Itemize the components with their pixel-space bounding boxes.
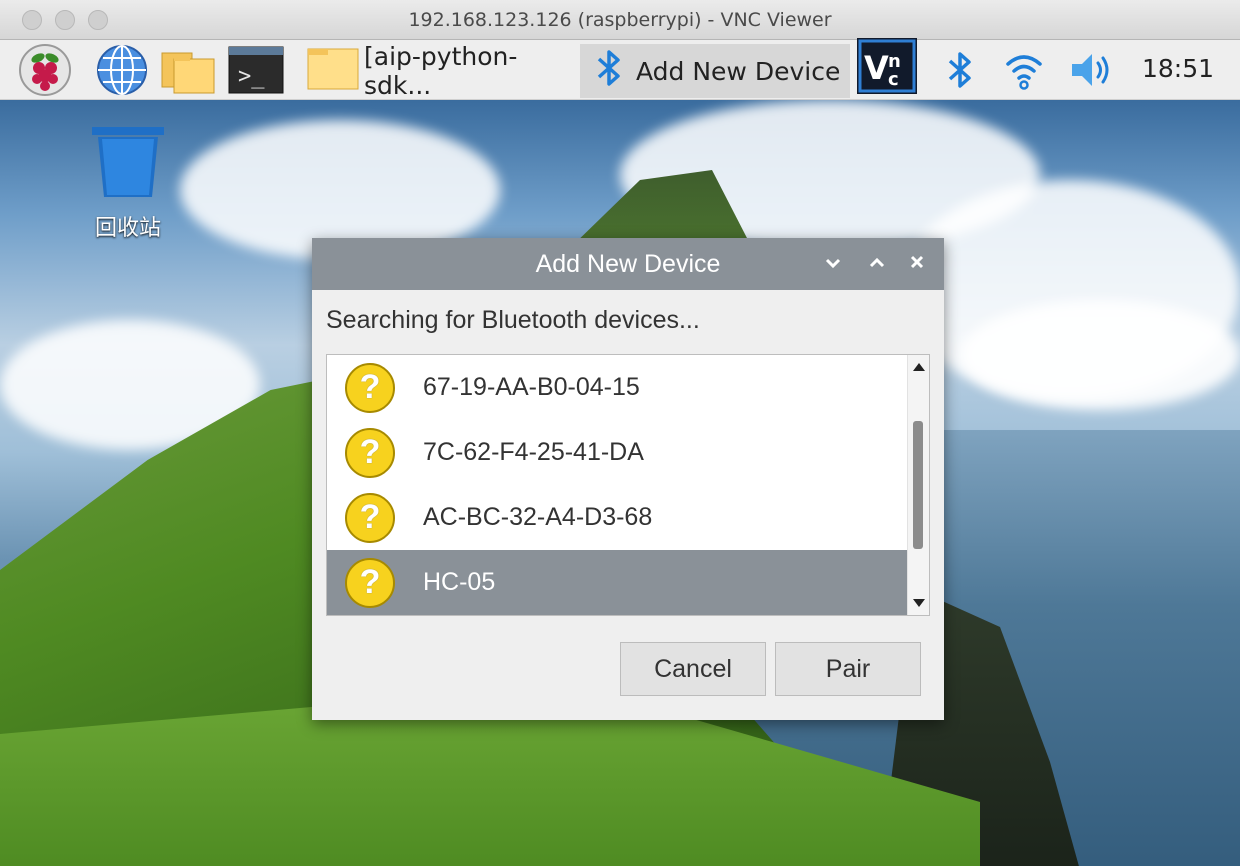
taskbar-task-file-manager[interactable]: [aip-python-sdk... xyxy=(296,42,578,100)
task-label: Add New Device xyxy=(636,56,841,86)
folder-icon xyxy=(306,45,360,97)
unknown-device-icon: ? xyxy=(345,427,395,478)
taskbar: >_ [aip-python-sdk... Add New Device V n… xyxy=(0,38,1240,100)
svg-text:>_: >_ xyxy=(238,64,265,89)
scrollbar-thumb[interactable] xyxy=(913,421,923,549)
taskbar-task-add-new-device[interactable]: Add New Device xyxy=(580,44,850,98)
volume-icon[interactable] xyxy=(1068,46,1116,94)
clock[interactable]: 18:51 xyxy=(1142,54,1214,83)
unknown-device-icon: ? xyxy=(345,362,395,413)
dialog-title: Add New Device xyxy=(535,250,721,278)
close-dialog-button[interactable] xyxy=(902,248,932,278)
minimize-dialog-button[interactable] xyxy=(818,248,848,278)
unknown-device-icon: ? xyxy=(345,557,395,608)
device-row[interactable]: ? 7C-62-F4-25-41-DA xyxy=(327,420,907,485)
vnc-window-titlebar[interactable]: 192.168.123.126 (raspberrypi) - VNC View… xyxy=(0,0,1240,40)
device-name: 7C-62-F4-25-41-DA xyxy=(423,438,644,466)
device-name: 67-19-AA-B0-04-15 xyxy=(423,373,640,401)
file-manager-icon[interactable] xyxy=(160,46,216,94)
terminal-icon[interactable]: >_ xyxy=(228,46,284,94)
window-title: 192.168.123.126 (raspberrypi) - VNC View… xyxy=(408,9,832,31)
pair-button[interactable]: Pair xyxy=(775,642,921,696)
device-row-selected[interactable]: ? HC-05 xyxy=(327,550,907,615)
device-name: HC-05 xyxy=(423,568,496,596)
chevron-down-icon xyxy=(825,252,841,275)
task-label: [aip-python-sdk... xyxy=(364,42,518,100)
device-name: AC-BC-32-A4-D3-68 xyxy=(423,503,653,531)
device-row[interactable]: ? 67-19-AA-B0-04-15 xyxy=(327,355,907,420)
close-icon xyxy=(910,252,924,275)
bluetooth-tray-icon[interactable] xyxy=(945,46,975,94)
device-row[interactable]: ? AC-BC-32-A4-D3-68 xyxy=(327,485,907,550)
scroll-up-icon[interactable] xyxy=(913,363,925,371)
svg-text:c: c xyxy=(888,69,899,90)
web-browser-icon[interactable] xyxy=(95,45,149,95)
trash-icon xyxy=(88,125,168,204)
wifi-icon[interactable] xyxy=(1004,46,1044,94)
vnc-icon[interactable]: V n c xyxy=(856,38,918,94)
maximize-dialog-button[interactable] xyxy=(862,248,892,278)
scrollbar[interactable] xyxy=(907,355,929,615)
chevron-up-icon xyxy=(869,252,885,275)
trash-label: 回收站 xyxy=(94,216,161,241)
dialog-titlebar[interactable]: Add New Device xyxy=(312,238,944,290)
bluetooth-icon xyxy=(594,46,624,96)
add-new-device-dialog: Add New Device Searching for Bluetooth d… xyxy=(312,238,944,720)
trash-desktop-icon[interactable]: 回收站 xyxy=(78,125,178,242)
search-status: Searching for Bluetooth devices... xyxy=(326,306,700,334)
scroll-down-icon[interactable] xyxy=(913,599,925,607)
device-list[interactable]: ? 67-19-AA-B0-04-15 ? 7C-62-F4-25-41-DA … xyxy=(326,354,930,616)
svg-text:V: V xyxy=(864,49,889,87)
cancel-button[interactable]: Cancel xyxy=(620,642,766,696)
raspberry-menu-icon[interactable] xyxy=(18,44,72,96)
unknown-device-icon: ? xyxy=(345,492,395,543)
